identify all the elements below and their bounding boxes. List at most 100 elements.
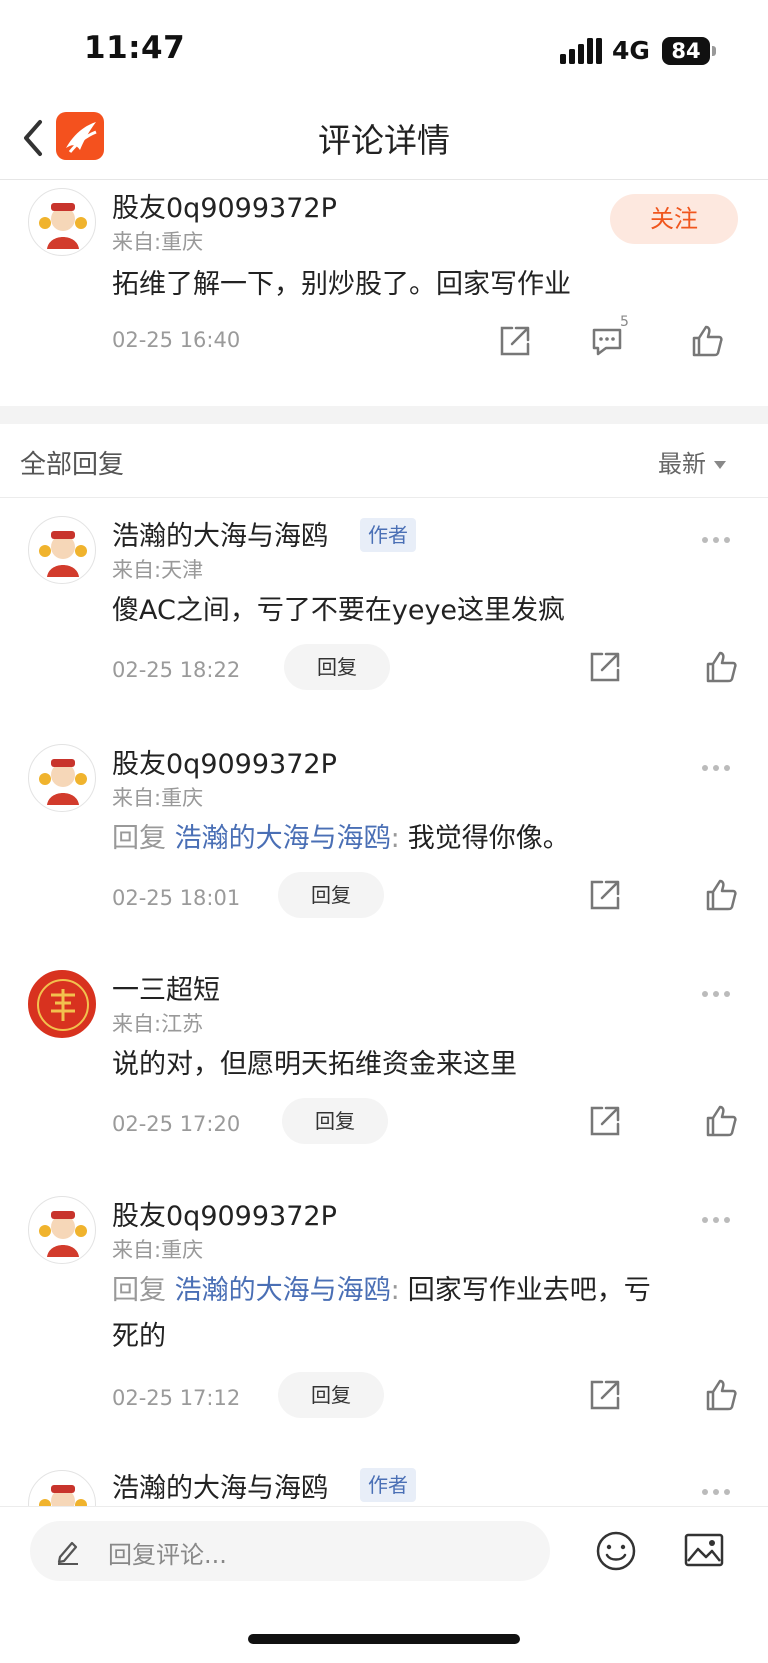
share-icon bbox=[590, 1380, 620, 1410]
avatar[interactable] bbox=[28, 1196, 96, 1264]
caret-down-icon bbox=[714, 461, 726, 469]
reply-input[interactable]: 回复评论... bbox=[30, 1521, 550, 1581]
more-options-button[interactable] bbox=[702, 528, 742, 548]
reply-text: 死的 bbox=[112, 1321, 166, 1352]
reply-content: 傻AC之间，亏了不要在yeye这里发疯 bbox=[112, 595, 566, 626]
reply-prefix: 回复 bbox=[112, 1275, 166, 1306]
share-button[interactable] bbox=[586, 1102, 624, 1140]
reply-time: 02-25 17:12 bbox=[112, 1386, 241, 1410]
author-badge: 作者 bbox=[360, 1468, 416, 1502]
avatar[interactable] bbox=[28, 1470, 96, 1506]
back-button[interactable] bbox=[16, 112, 56, 162]
location-text: 来自:江苏 bbox=[112, 1012, 204, 1036]
comment-count: 5 bbox=[620, 314, 629, 330]
chevron-left-icon bbox=[24, 120, 42, 156]
like-button[interactable] bbox=[702, 876, 740, 914]
follow-button[interactable]: 关注 bbox=[610, 194, 738, 244]
nav-bar: 评论详情 bbox=[0, 100, 768, 180]
section-divider bbox=[0, 406, 768, 424]
reply-input-placeholder: 回复评论... bbox=[108, 1541, 227, 1569]
location-text: 来自:重庆 bbox=[112, 786, 204, 810]
status-time: 11:47 bbox=[84, 30, 186, 66]
share-button[interactable] bbox=[586, 876, 624, 914]
avatar[interactable] bbox=[28, 970, 96, 1038]
share-icon bbox=[590, 1106, 620, 1136]
sort-dropdown[interactable]: 最新 bbox=[658, 444, 726, 479]
comment-content: 拓维了解一下，别炒股了。回家写作业 bbox=[112, 269, 571, 300]
image-icon bbox=[684, 1533, 724, 1567]
emoji-button[interactable] bbox=[594, 1529, 638, 1573]
reply-separator: : bbox=[390, 1275, 400, 1306]
share-button[interactable] bbox=[496, 322, 534, 360]
reply-item: 股友0q9099372P 来自:重庆 回复 浩瀚的大海与海鸥: 我觉得你像。 02… bbox=[0, 724, 768, 924]
avatar[interactable] bbox=[28, 188, 96, 256]
reply-content: 回复 浩瀚的大海与海鸥: 回家写作业去吧，亏 死的 bbox=[112, 1268, 732, 1360]
network-type: 4G bbox=[612, 36, 650, 65]
reply-text: 我觉得你像。 bbox=[407, 823, 570, 854]
like-button[interactable] bbox=[702, 1376, 740, 1414]
username[interactable]: 股友0q9099372P bbox=[112, 186, 337, 225]
username[interactable]: 股友0q9099372P bbox=[112, 742, 337, 781]
reply-prefix: 回复 bbox=[112, 823, 166, 854]
reply-time: 02-25 17:20 bbox=[112, 1112, 241, 1136]
signal-icon bbox=[560, 38, 602, 64]
reply-target-link[interactable]: 浩瀚的大海与海鸥 bbox=[175, 1275, 391, 1306]
reply-item: 浩瀚的大海与海鸥 作者 bbox=[0, 1450, 768, 1506]
username[interactable]: 浩瀚的大海与海鸥 bbox=[112, 1466, 328, 1505]
status-bar: 11:47 4G 84 bbox=[0, 0, 768, 100]
app-logo-icon[interactable] bbox=[56, 112, 104, 160]
like-button[interactable] bbox=[702, 648, 740, 686]
username[interactable]: 股友0q9099372P bbox=[112, 1194, 337, 1233]
more-options-button[interactable] bbox=[702, 982, 742, 1002]
thumbs-up-icon bbox=[706, 879, 737, 911]
reply-content: 回复 浩瀚的大海与海鸥: 我觉得你像。 bbox=[112, 816, 570, 862]
more-options-button[interactable] bbox=[702, 756, 742, 776]
reply-button[interactable]: 回复 bbox=[278, 1372, 384, 1418]
avatar[interactable] bbox=[28, 516, 96, 584]
page-title: 评论详情 bbox=[318, 121, 450, 160]
emoji-icon bbox=[596, 1531, 636, 1571]
username[interactable]: 浩瀚的大海与海鸥 bbox=[112, 514, 328, 553]
reply-target-link[interactable]: 浩瀚的大海与海鸥 bbox=[175, 823, 391, 854]
replies-header: 全部回复 最新 bbox=[0, 424, 768, 498]
share-icon bbox=[590, 652, 620, 682]
like-button[interactable] bbox=[702, 1102, 740, 1140]
image-button[interactable] bbox=[682, 1529, 726, 1573]
share-icon bbox=[500, 326, 530, 356]
share-button[interactable] bbox=[586, 648, 624, 686]
thumbs-up-icon bbox=[692, 325, 723, 357]
reply-item: 一三超短 来自:江苏 说的对，但愿明天拓维资金来这里 02-25 17:20 回… bbox=[0, 950, 768, 1150]
comment-time: 02-25 16:40 bbox=[112, 328, 241, 352]
replies-title: 全部回复 bbox=[20, 450, 125, 480]
reply-item: 股友0q9099372P 来自:重庆 回复 浩瀚的大海与海鸥: 回家写作业去吧，亏… bbox=[0, 1176, 768, 1426]
location-text: 来自:重庆 bbox=[112, 230, 204, 254]
battery-icon: 84 bbox=[662, 37, 710, 65]
share-button[interactable] bbox=[586, 1376, 624, 1414]
reply-time: 02-25 18:01 bbox=[112, 886, 241, 910]
thumbs-up-icon bbox=[706, 1379, 737, 1411]
main-comment: 股友0q9099372P 来自:重庆 关注 拓维了解一下，别炒股了。回家写作业 … bbox=[0, 180, 768, 406]
sort-label: 最新 bbox=[658, 450, 706, 478]
reply-separator: : bbox=[390, 823, 400, 854]
location-text: 来自:天津 bbox=[112, 558, 204, 582]
username[interactable]: 一三超短 bbox=[112, 968, 220, 1007]
more-options-button[interactable] bbox=[702, 1208, 742, 1228]
location-text: 来自:重庆 bbox=[112, 1238, 204, 1262]
more-options-button[interactable] bbox=[702, 1480, 742, 1500]
reply-content-line: 回复 浩瀚的大海与海鸥: 回家写作业去吧，亏 bbox=[112, 1268, 732, 1314]
reply-button[interactable]: 回复 bbox=[278, 872, 384, 918]
reply-time: 02-25 18:22 bbox=[112, 658, 241, 682]
reply-button[interactable]: 回复 bbox=[284, 644, 390, 690]
reply-item: 浩瀚的大海与海鸥 作者 来自:天津 傻AC之间，亏了不要在yeye这里发疯 02… bbox=[0, 498, 768, 698]
pencil-icon bbox=[57, 1541, 78, 1565]
thumbs-up-icon bbox=[706, 1105, 737, 1137]
home-indicator bbox=[248, 1634, 520, 1644]
author-badge: 作者 bbox=[360, 518, 416, 552]
share-icon bbox=[590, 880, 620, 910]
reply-button[interactable]: 回复 bbox=[282, 1098, 388, 1144]
avatar[interactable] bbox=[28, 744, 96, 812]
battery-cap bbox=[712, 46, 716, 56]
thumbs-up-icon bbox=[706, 651, 737, 683]
reply-content: 说的对，但愿明天拓维资金来这里 bbox=[112, 1049, 517, 1080]
like-button[interactable] bbox=[688, 322, 726, 360]
